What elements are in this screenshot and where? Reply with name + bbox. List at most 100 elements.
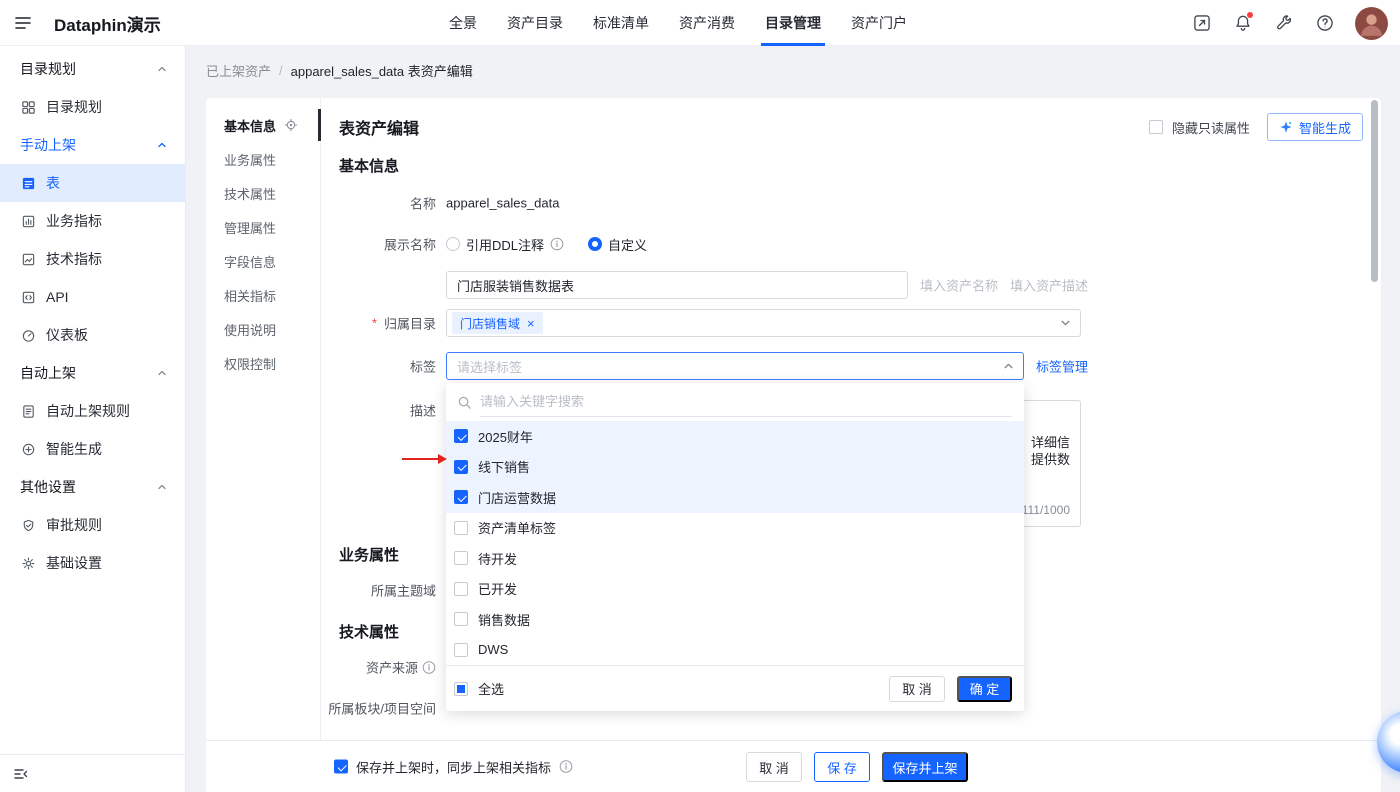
tag-option-asset-list-tag[interactable]: 资产清单标签 [446, 513, 1024, 544]
chevron-up-icon [1003, 361, 1014, 372]
hide-readonly-toggle[interactable]: 隐藏只读属性 [1148, 118, 1250, 137]
workbench-icon[interactable] [1191, 12, 1213, 34]
sidebar-item-basic-settings[interactable]: 基础设置 [0, 544, 185, 582]
hide-readonly-label: 隐藏只读属性 [1171, 120, 1250, 136]
checkbox-unchecked[interactable] [454, 551, 468, 566]
business-metric-icon [21, 214, 36, 229]
breadcrumb: 已上架资产 / apparel_sales_data 表资产编辑 [206, 61, 473, 80]
anchor-related-metrics[interactable]: 相关指标 [206, 278, 320, 312]
tag-close-icon[interactable]: × [527, 317, 535, 330]
info-icon[interactable] [550, 237, 564, 251]
nav-asset-consume[interactable]: 资产消费 [679, 0, 735, 46]
gear-icon [21, 556, 36, 571]
radio-icon[interactable] [446, 237, 460, 251]
checkbox-checked[interactable] [454, 459, 468, 474]
help-icon[interactable] [1314, 12, 1336, 34]
sync-metrics-checkbox[interactable] [334, 759, 348, 774]
sidebar-item-table[interactable]: 表 [0, 164, 185, 202]
breadcrumb-separator: / [279, 63, 283, 78]
dropdown-confirm-button[interactable]: 确 定 [957, 675, 1012, 702]
sidebar-group-auto-publish[interactable]: 自动上架 [0, 354, 185, 392]
info-icon[interactable] [422, 660, 436, 674]
tag-option-offline-sales[interactable]: 线下销售 [446, 451, 1024, 482]
tag-option-developed[interactable]: 已开发 [446, 574, 1024, 605]
nav-overview[interactable]: 全景 [449, 0, 477, 46]
info-icon[interactable] [559, 760, 573, 774]
hide-readonly-checkbox[interactable] [1148, 120, 1163, 134]
sparkle-icon [1279, 120, 1293, 134]
nav-asset-portal[interactable]: 资产门户 [851, 0, 907, 46]
nav-asset-catalog[interactable]: 资产目录 [507, 0, 563, 46]
checkbox-unchecked[interactable] [454, 581, 468, 596]
tag-option-to-develop[interactable]: 待开发 [446, 543, 1024, 574]
dropdown-search-row [446, 383, 1024, 421]
save-button[interactable]: 保 存 [814, 752, 870, 782]
radio-custom-label: 自定义 [608, 237, 648, 253]
checkbox-checked[interactable] [454, 429, 468, 444]
sidebar-group-catalog-planning[interactable]: 目录规划 [0, 50, 185, 88]
checkbox-unchecked[interactable] [454, 642, 468, 657]
sidebar-item-catalog-planning[interactable]: 目录规划 [0, 88, 185, 126]
dropdown-cancel-button[interactable]: 取 消 [889, 675, 945, 702]
display-name-radio-group: 引用DDL注释 自定义 [446, 234, 647, 254]
tag-option-label: 2025财年 [478, 429, 533, 445]
tags-label: 标签 [409, 359, 436, 375]
sidebar-item-auto-publish-rule[interactable]: 自动上架规则 [0, 392, 185, 430]
tag-option-label: 资产清单标签 [478, 521, 557, 537]
sidebar-item-label: 基础设置 [46, 555, 102, 571]
checkbox-unchecked[interactable] [454, 612, 468, 627]
anchor-field-info[interactable]: 字段信息 [206, 244, 320, 278]
sidebar-group-manual-publish[interactable]: 手动上架 [0, 126, 185, 164]
anchor-business-attrs[interactable]: 业务属性 [206, 142, 320, 176]
cancel-button[interactable]: 取 消 [746, 752, 802, 782]
select-all-checkbox[interactable] [454, 681, 468, 696]
chevron-up-icon [157, 64, 167, 74]
radio-ddl-comment[interactable]: 引用DDL注释 [446, 235, 564, 254]
tools-icon[interactable] [1273, 12, 1295, 34]
anchor-basic-info[interactable]: 基本信息 [206, 108, 321, 142]
nav-standard-list[interactable]: 标准清单 [593, 0, 649, 46]
save-and-publish-button[interactable]: 保存并上架 [882, 752, 968, 782]
ai-generate-button[interactable]: 智能生成 [1266, 113, 1363, 141]
sidebar-item-business-metric[interactable]: 业务指标 [0, 202, 185, 240]
tag-search-input[interactable] [480, 394, 1012, 409]
tag-option-sales-data[interactable]: 销售数据 [446, 604, 1024, 635]
notification-bell-icon[interactable] [1232, 12, 1254, 34]
display-name-label: 展示名称 [383, 237, 436, 253]
anchor-usage-notes[interactable]: 使用说明 [206, 312, 320, 346]
tag-option-dws[interactable]: DWS [446, 635, 1024, 666]
anchor-tech-attrs[interactable]: 技术属性 [206, 176, 320, 210]
user-avatar[interactable] [1355, 6, 1388, 40]
sidebar-item-approval-rule[interactable]: 审批规则 [0, 506, 185, 544]
chevron-up-icon [157, 140, 167, 150]
checkbox-unchecked[interactable] [454, 520, 468, 535]
catalog-select[interactable]: 门店销售域 × [446, 309, 1081, 337]
tag-option-store-ops-data[interactable]: 门店运营数据 [446, 482, 1024, 513]
tags-select[interactable]: 请选择标签 [446, 352, 1024, 380]
asset-source-text: 资产来源 [365, 660, 418, 676]
project-space-label: 所属板块/项目空间 [328, 701, 436, 717]
sidebar-item-dashboard[interactable]: 仪表板 [0, 316, 185, 354]
radio-icon-selected[interactable] [588, 237, 603, 251]
anchor-manage-attrs[interactable]: 管理属性 [206, 210, 320, 244]
page-scrollbar[interactable] [1371, 100, 1378, 282]
nav-catalog-manage[interactable]: 目录管理 [761, 0, 825, 46]
tag-option-fy2025[interactable]: 2025财年 [446, 421, 1024, 452]
tag-manage-link[interactable]: 标签管理 [1036, 357, 1088, 376]
sidebar-item-api[interactable]: API [0, 278, 185, 316]
description-line: 详细信 [1030, 435, 1070, 450]
section-business-attrs: 业务属性 [339, 547, 400, 564]
sidebar-item-ai-generate[interactable]: 智能生成 [0, 430, 185, 468]
menu-toggle-icon[interactable] [14, 14, 32, 32]
anchor-nav: 基本信息 业务属性 技术属性 管理属性 字段信息 相关指标 使用说明 权限控制 [206, 98, 321, 740]
page-title: 表资产编辑 [339, 121, 420, 138]
sync-metrics-toggle[interactable]: 保存并上架时，同步上架相关指标 [334, 757, 573, 776]
breadcrumb-parent[interactable]: 已上架资产 [206, 61, 271, 80]
anchor-permission[interactable]: 权限控制 [206, 346, 320, 380]
collapse-sidebar-icon[interactable] [13, 766, 29, 782]
radio-custom[interactable]: 自定义 [588, 235, 647, 254]
sidebar-item-tech-metric[interactable]: 技术指标 [0, 240, 185, 278]
display-name-input[interactable] [446, 271, 908, 299]
sidebar-group-other-settings[interactable]: 其他设置 [0, 468, 185, 506]
checkbox-checked[interactable] [454, 490, 468, 505]
